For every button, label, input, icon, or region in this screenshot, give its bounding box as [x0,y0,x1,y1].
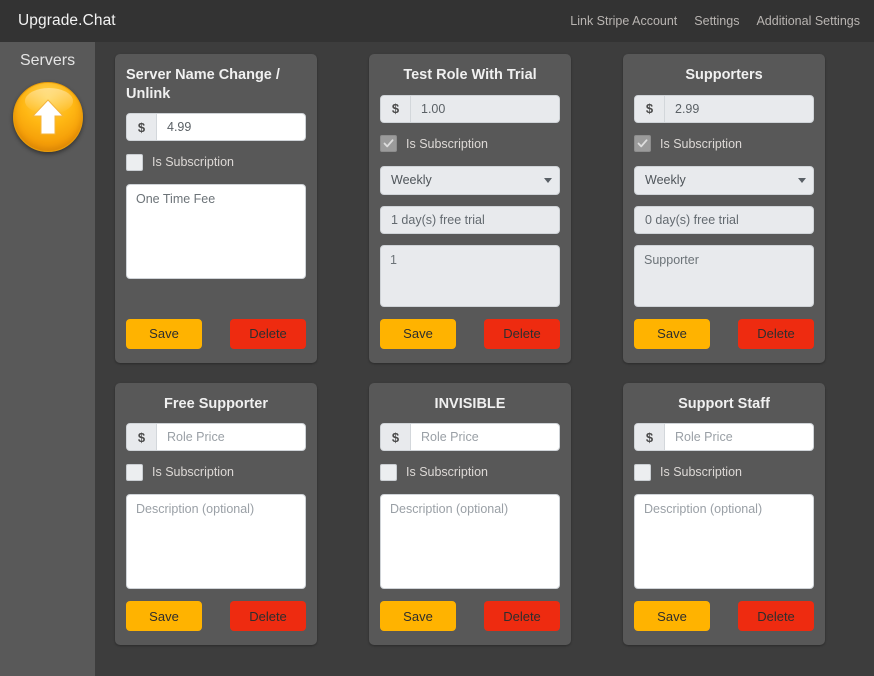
is-subscription-row[interactable]: Is Subscription [634,462,814,482]
is-subscription-checkbox[interactable] [380,135,397,153]
is-subscription-label: Is Subscription [152,155,234,170]
role-card: INVISIBLE $ Is Subscription Save Delete [369,382,571,646]
header-nav: Link Stripe Account Settings Additional Se… [570,14,860,28]
billing-interval-select[interactable]: Weekly [380,165,560,195]
price-input[interactable] [411,424,559,451]
role-card: Support Staff $ Is Subscription Save Delete [623,382,825,646]
nav-link-stripe[interactable]: Link Stripe Account [570,14,677,28]
currency-icon: $ [381,95,411,122]
nav-link-additional-settings[interactable]: Additional Settings [756,14,860,28]
nav-link-settings[interactable]: Settings [694,14,739,28]
currency-icon: $ [635,95,665,122]
save-button[interactable]: Save [126,318,202,349]
free-trial-input[interactable]: 1 day(s) free trial [380,205,560,234]
role-card-title: Support Staff [678,395,770,412]
top-header-bar: Upgrade.Chat Link Stripe Account Settings… [0,0,874,42]
app-body: Servers Server Name Change / Unlink $ Is S… [0,42,874,676]
is-subscription-checkbox[interactable] [380,463,397,481]
is-subscription-label: Is Subscription [660,136,742,151]
save-button[interactable]: Save [380,318,456,349]
content-area: Server Name Change / Unlink $ Is Subscript… [95,42,874,676]
role-card: Server Name Change / Unlink $ Is Subscript… [115,54,317,363]
role-card: Free Supporter $ Is Subscription Save Delete [115,382,317,646]
currency-icon: $ [127,424,157,451]
currency-icon: $ [381,424,411,451]
is-subscription-checkbox[interactable] [634,135,651,153]
save-button[interactable]: Save [634,601,710,632]
role-card-title: Supporters [685,67,763,83]
billing-interval-select[interactable]: Weekly [634,165,814,195]
arrow-up-icon [31,99,64,135]
is-subscription-checkbox[interactable] [634,463,651,481]
is-subscription-label: Is Subscription [406,465,488,480]
delete-button[interactable]: Delete [230,318,306,349]
delete-button[interactable]: Delete [738,601,814,632]
role-card-title: Test Role With Trial [403,67,537,83]
role-card: Test Role With Trial $ Is Subscription Week… [369,54,571,363]
description-textarea[interactable] [126,184,306,280]
price-input[interactable] [157,114,305,141]
is-subscription-row[interactable]: Is Subscription [126,462,306,482]
card-actions: Save Delete [380,318,560,349]
price-input-group: $ [126,423,306,452]
is-subscription-row[interactable]: Is Subscription [380,134,560,154]
server-avatar-button[interactable] [12,82,83,152]
price-input[interactable] [411,95,559,122]
billing-interval-value[interactable]: Weekly [634,165,814,195]
card-actions: Save Delete [126,601,306,632]
role-card-title: INVISIBLE [434,395,506,412]
save-button[interactable]: Save [126,601,202,632]
price-input-group: $ [380,423,560,452]
is-subscription-row[interactable]: Is Subscription [126,152,306,172]
is-subscription-row[interactable]: Is Subscription [380,462,560,482]
price-input-group: $ [634,423,814,452]
price-input[interactable] [665,95,813,122]
delete-button[interactable]: Delete [484,601,560,632]
app-title: Upgrade.Chat [18,12,116,29]
is-subscription-checkbox[interactable] [126,463,143,481]
price-input-group: $ [126,113,306,142]
role-card-title: Free Supporter [164,395,268,412]
app-window: Upgrade.Chat Link Stripe Account Settings… [0,0,874,676]
billing-interval-value[interactable]: Weekly [380,165,560,195]
role-card-title: Server Name Change / Unlink [126,67,280,102]
delete-button[interactable]: Delete [230,601,306,632]
save-button[interactable]: Save [634,318,710,349]
role-card-grid: Server Name Change / Unlink $ Is Subscript… [115,54,860,646]
price-input[interactable] [157,424,305,451]
save-button[interactable]: Save [380,601,456,632]
currency-icon: $ [635,424,665,451]
is-subscription-row[interactable]: Is Subscription [634,134,814,154]
is-subscription-label: Is Subscription [152,465,234,480]
card-actions: Save Delete [126,318,306,349]
currency-icon: $ [127,114,157,141]
description-textarea[interactable] [126,494,306,590]
description-textarea[interactable] [634,244,814,307]
description-textarea[interactable] [380,244,560,307]
card-actions: Save Delete [634,601,814,632]
sidebar: Servers [0,42,95,676]
delete-button[interactable]: Delete [738,318,814,349]
price-input-group: $ [380,94,560,123]
is-subscription-checkbox[interactable] [126,153,143,171]
price-input-group: $ [634,94,814,123]
price-input[interactable] [665,424,813,451]
is-subscription-label: Is Subscription [406,136,488,151]
card-actions: Save Delete [634,318,814,349]
checkmark-icon [637,139,648,148]
description-textarea[interactable] [634,494,814,590]
delete-button[interactable]: Delete [484,318,560,349]
role-card: Supporters $ Is Subscription Weekly 0 day(s)… [623,54,825,363]
description-textarea[interactable] [380,494,560,590]
checkmark-icon [383,139,394,148]
free-trial-input[interactable]: 0 day(s) free trial [634,205,814,234]
is-subscription-label: Is Subscription [660,465,742,480]
card-actions: Save Delete [380,601,560,632]
sidebar-title: Servers [19,52,76,69]
